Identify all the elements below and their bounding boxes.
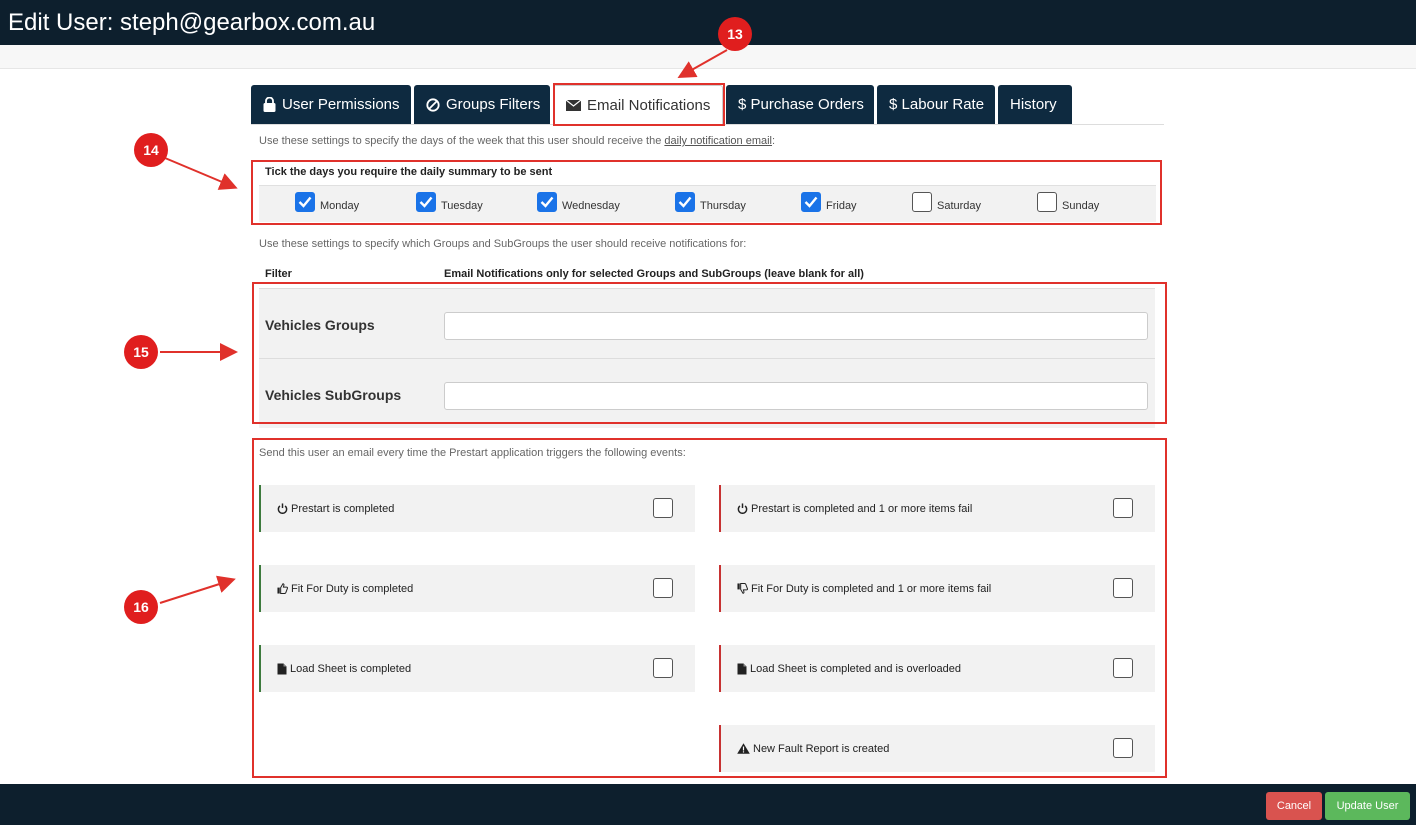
arrow-14 bbox=[164, 157, 238, 190]
tab-label: Groups Filters bbox=[446, 96, 541, 113]
groups-intro: Use these settings to specify which Grou… bbox=[259, 238, 747, 250]
cancel-button[interactable]: Cancel bbox=[1266, 792, 1322, 820]
days-intro-text: Use these settings to specify the days o… bbox=[259, 135, 665, 147]
footer-bar: Cancel Update User bbox=[0, 784, 1416, 825]
page-title: Edit User: steph@gearbox.com.au bbox=[8, 9, 376, 36]
annotation-badge-14: 14 bbox=[134, 133, 168, 167]
annotation-badge-15: 15 bbox=[124, 335, 158, 369]
annotation-box-16 bbox=[252, 438, 1167, 778]
annotation-box-14 bbox=[251, 160, 1162, 225]
ban-icon bbox=[426, 97, 440, 112]
tab-user-permissions[interactable]: User Permissions bbox=[251, 85, 411, 124]
days-intro: Use these settings to specify the days o… bbox=[259, 135, 775, 147]
update-user-button[interactable]: Update User bbox=[1325, 792, 1410, 820]
tab-label: User Permissions bbox=[282, 96, 400, 113]
annotation-badge-13: 13 bbox=[718, 17, 752, 51]
annotation-badge-16: 16 bbox=[124, 590, 158, 624]
lock-icon bbox=[263, 97, 276, 112]
filter-column-header: Filter bbox=[265, 268, 292, 280]
tab-label: History bbox=[1010, 96, 1057, 113]
annotation-box-15 bbox=[252, 282, 1167, 424]
title-bar: Edit User: steph@gearbox.com.au bbox=[0, 0, 1416, 45]
notifications-column-header: Email Notifications only for selected Gr… bbox=[444, 268, 864, 280]
tab-labour-rate[interactable]: $ Labour Rate bbox=[877, 85, 995, 124]
daily-notification-link[interactable]: daily notification email bbox=[664, 135, 772, 147]
sub-bar bbox=[0, 45, 1416, 69]
days-intro-suffix: : bbox=[772, 135, 776, 147]
annotation-box-13 bbox=[553, 83, 725, 126]
tab-label: $ Labour Rate bbox=[889, 96, 985, 113]
tab-history[interactable]: History bbox=[998, 85, 1072, 124]
tab-label: $ Purchase Orders bbox=[738, 96, 864, 113]
arrow-16 bbox=[159, 575, 236, 604]
tab-purchase-orders[interactable]: $ Purchase Orders bbox=[726, 85, 874, 124]
tab-groups-filters[interactable]: Groups Filters bbox=[414, 85, 550, 124]
